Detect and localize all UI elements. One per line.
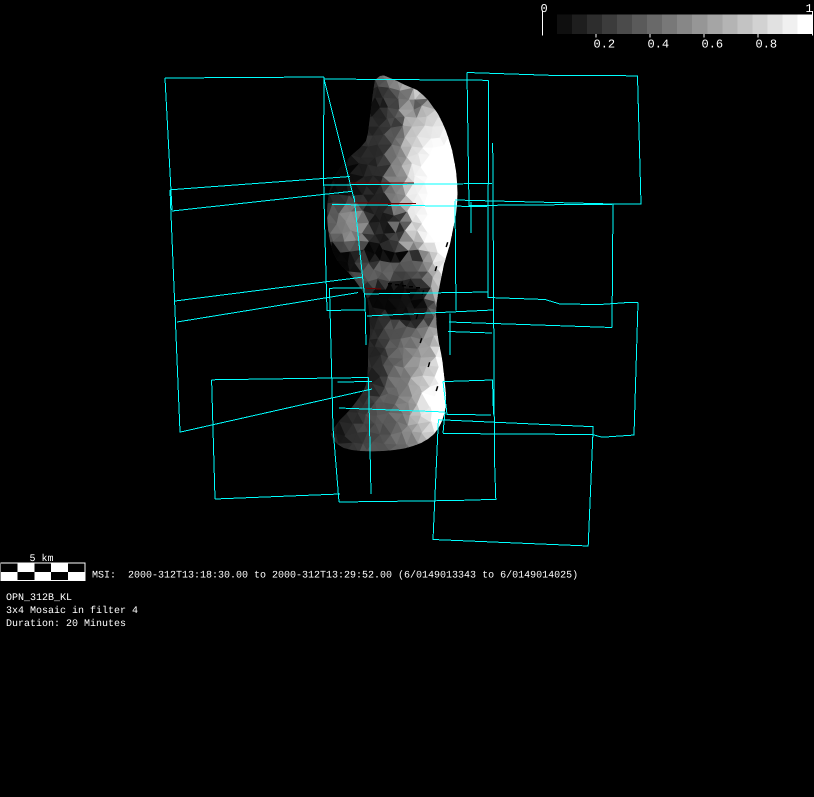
svg-text:Duration: 20 Minutes: Duration: 20 Minutes xyxy=(6,618,126,630)
svg-text:0.4: 0.4 xyxy=(648,38,670,52)
svg-text:0.6: 0.6 xyxy=(702,38,724,52)
svg-text:0.2: 0.2 xyxy=(594,38,616,52)
svg-text:5 km: 5 km xyxy=(30,553,54,565)
svg-text:OPN_312B_KL: OPN_312B_KL xyxy=(6,593,72,604)
svg-text:1: 1 xyxy=(806,2,813,16)
svg-text:0: 0 xyxy=(541,2,548,16)
svg-text:0.8: 0.8 xyxy=(756,38,778,52)
svg-text:MSI: 2000-312T13:18:30.00 to: MSI: 2000-312T13:18:30.00 to 2000-312T13… xyxy=(92,570,578,582)
svg-text:3x4 Mosaic in filter 4: 3x4 Mosaic in filter 4 xyxy=(6,605,138,617)
